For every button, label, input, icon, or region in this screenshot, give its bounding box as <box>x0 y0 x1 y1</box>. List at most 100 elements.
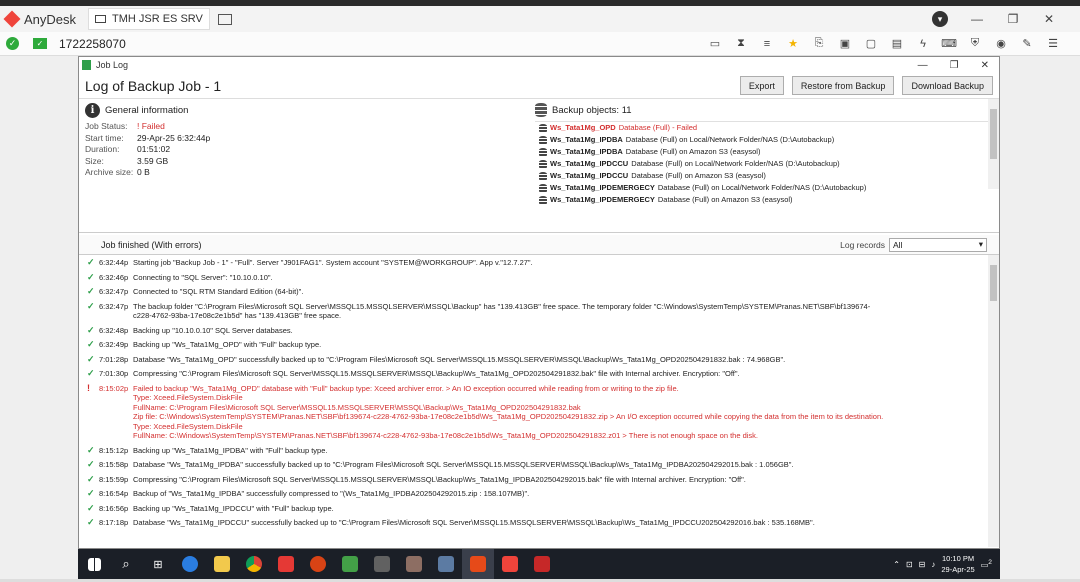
close-icon[interactable]: ✕ <box>1042 12 1056 26</box>
search-button[interactable]: ⌕ <box>110 549 142 579</box>
network-icon[interactable]: ⊡ <box>906 560 913 569</box>
taskbar-app[interactable] <box>302 549 334 579</box>
notification-icon[interactable]: ▭2 <box>981 559 992 570</box>
log-entry[interactable]: ✓ 6:32:47p Connected to "SQL RTM Standard … <box>87 286 999 297</box>
log-entry[interactable]: ! 8:15:02p Failed to backup "Ws_Tata1Mg_OP… <box>87 383 999 441</box>
check-icon: ✓ <box>87 368 95 378</box>
backup-object-item[interactable]: Ws_Tata1Mg_IPDBA Database (Full) on Local… <box>539 134 999 146</box>
scrollbar-thumb[interactable] <box>990 265 997 301</box>
log-entry[interactable]: ✓ 8:17:18p Database "Ws_Tata1Mg_IPDCCU" su… <box>87 517 999 528</box>
app-blue-icon <box>438 556 454 572</box>
log-scrollbar[interactable] <box>988 255 999 547</box>
backup-object-item[interactable]: Ws_Tata1Mg_IPDEMERGECY Database (Full) on… <box>539 194 999 206</box>
anydesk-session-tab[interactable]: TMH JSR ES SRV <box>88 8 210 30</box>
star-icon[interactable]: ★ <box>786 37 800 51</box>
log-entry[interactable]: ✓ 7:01:30p Compressing "C:\Program Files\M… <box>87 368 999 379</box>
notification-count: 2 <box>988 558 992 566</box>
taskbar-app[interactable] <box>430 549 462 579</box>
record-icon[interactable]: ◉ <box>994 37 1008 51</box>
windows-taskbar: ⌕ ⊞ ⌃ ⊡ ⊟ ♪ 10:10 PM 29-Apr-25 ▭2 <box>78 549 1000 579</box>
tray-expand-icon[interactable]: ⌃ <box>893 560 900 569</box>
export-button[interactable]: Export <box>739 76 784 95</box>
download-backup-button[interactable]: Download Backup <box>902 76 993 95</box>
backup-object-item[interactable]: Ws_Tata1Mg_IPDCCU Database (Full) on Loca… <box>539 158 999 170</box>
log-message-line: Failed to backup "Ws_Tata1Mg_OPD" databa… <box>133 383 679 393</box>
taskbar-app[interactable] <box>398 549 430 579</box>
minimize-icon[interactable]: — <box>970 12 984 26</box>
window-maximize-icon[interactable]: ❐ <box>950 60 959 71</box>
account-icon[interactable]: ▾ <box>932 11 948 27</box>
taskbar-app[interactable] <box>334 549 366 579</box>
scrollbar-thumb[interactable] <box>990 109 997 159</box>
backup-object-name: Ws_Tata1Mg_OPD <box>550 123 616 132</box>
display-icon[interactable]: ▢ <box>864 37 878 51</box>
backup-objects-scrollbar[interactable] <box>988 99 999 189</box>
log-entry[interactable]: ✓ 6:32:46p Connecting to "SQL Server": "10… <box>87 272 999 283</box>
log-message: Backing up "Ws_Tata1Mg_OPD" with "Full" … <box>133 340 321 350</box>
log-entry[interactable]: ✓ 6:32:49p Backing up "Ws_Tata1Mg_OPD" wit… <box>87 339 999 350</box>
log-message: Connected to "SQL RTM Standard Edition (… <box>133 287 303 297</box>
clock[interactable]: 10:10 PM 29-Apr-25 <box>941 553 974 575</box>
log-entry[interactable]: ✓ 7:01:28p Database "Ws_Tata1Mg_OPD" succe… <box>87 354 999 365</box>
taskbar-app[interactable] <box>174 549 206 579</box>
backup-object-item[interactable]: Ws_Tata1Mg_IPDEMERGECY Database (Full) on… <box>539 182 999 194</box>
log-message-line: c228-4762-93ba-17e08c2e1b5d" has "139.41… <box>133 311 342 320</box>
log-records-select[interactable]: All ▾ <box>889 237 987 252</box>
log-list[interactable]: ✓ 6:32:44p Starting job "Backup Job - 1" -… <box>79 255 999 547</box>
window-close-icon[interactable]: ✕ <box>981 60 989 71</box>
log-message: Connecting to "SQL Server": "10.10.0.10"… <box>133 273 273 283</box>
keyboard-icon[interactable]: ⌨ <box>941 37 957 51</box>
hourglass-icon[interactable]: ⧗ <box>734 37 748 51</box>
log-entry[interactable]: ✓ 6:32:44p Starting job "Backup Job - 1" -… <box>87 257 999 268</box>
log-records-value: All <box>893 239 903 250</box>
database-icon[interactable]: ≡ <box>760 37 774 51</box>
taskbar-app[interactable] <box>270 549 302 579</box>
log-entry[interactable]: ✓ 8:15:12p Backing up "Ws_Tata1Mg_IPDBA" w… <box>87 445 999 456</box>
taskbar-app[interactable] <box>494 549 526 579</box>
log-entry[interactable]: ✓ 8:16:54p Backup of "Ws_Tata1Mg_IPDBA" su… <box>87 488 999 499</box>
log-entry[interactable]: ✓ 8:15:59p Compressing "C:\Program Files\M… <box>87 474 999 485</box>
draw-icon[interactable]: ✎ <box>1020 37 1034 51</box>
monitor-select-icon[interactable]: ▣ <box>838 37 852 51</box>
check-icon: ✓ <box>87 459 95 469</box>
taskbar-app[interactable] <box>238 549 270 579</box>
clock-time: 10:10 PM <box>942 554 975 563</box>
taskbar-app[interactable] <box>366 549 398 579</box>
start-button[interactable] <box>78 549 110 579</box>
task-view-button[interactable]: ⊞ <box>142 549 174 579</box>
restore-icon[interactable]: ❐ <box>1006 12 1020 26</box>
language-icon[interactable]: ⊟ <box>919 560 926 569</box>
log-entry[interactable]: ✓ 8:16:56p Backing up "Ws_Tata1Mg_IPDCCU" … <box>87 503 999 514</box>
job-finished-title: Job finished (With errors) <box>101 239 202 250</box>
menu-icon[interactable]: ☰ <box>1046 37 1060 51</box>
info-panels: i General information Job Status: ! Faile… <box>79 99 999 233</box>
log-time: 6:32:49p <box>99 340 129 349</box>
message-icon[interactable]: ▤ <box>890 37 904 51</box>
new-tab-icon[interactable] <box>218 13 232 25</box>
volume-icon[interactable]: ♪ <box>931 560 935 569</box>
backup-object-item[interactable]: Ws_Tata1Mg_IPDCCU Database (Full) on Amaz… <box>539 170 999 182</box>
permissions-icon[interactable]: ⛨ <box>968 37 982 51</box>
log-entry[interactable]: ✓ 8:15:58p Database "Ws_Tata1Mg_IPDBA" suc… <box>87 459 999 470</box>
log-message: Backup of "Ws_Tata1Mg_IPDBA" successfull… <box>133 489 529 499</box>
log-message-line: FullName: C:\Program Files\Microsoft SQL… <box>133 402 581 412</box>
chat-icon[interactable]: ▭ <box>708 37 722 51</box>
taskbar-app-active[interactable] <box>462 549 494 579</box>
backup-object-item[interactable]: Ws_Tata1Mg_OPD Database (Full) - Failed <box>539 122 999 134</box>
remote-address-id[interactable]: 1722258070 <box>59 37 126 51</box>
transfer-icon[interactable]: ⎘ <box>812 37 826 51</box>
window-minimize-icon[interactable]: — <box>918 60 928 71</box>
field-key: Size: <box>85 155 104 166</box>
backup-object-item[interactable]: Ws_Tata1Mg_IPDBA Database (Full) on Amazo… <box>539 146 999 158</box>
log-message: Starting job "Backup Job - 1" - "Full". … <box>133 258 533 268</box>
log-entry[interactable]: ✓ 6:32:47p The backup folder "C:\Program F… <box>87 301 999 321</box>
log-message: Backing up "Ws_Tata1Mg_IPDBA" with "Full… <box>133 446 328 456</box>
taskbar-app[interactable] <box>526 549 558 579</box>
log-records-label: Log records <box>840 239 885 250</box>
taskbar-app[interactable] <box>206 549 238 579</box>
log-entry[interactable]: ✓ 6:32:48p Backing up "10.10.0.10" SQL Ser… <box>87 325 999 336</box>
restore-from-backup-button[interactable]: Restore from Backup <box>791 76 895 95</box>
action-icon[interactable]: ϟ <box>916 37 930 51</box>
backup-objects-list[interactable]: Ws_Tata1Mg_OPD Database (Full) - Failed Ws… <box>535 121 999 209</box>
app-icon <box>82 60 91 70</box>
